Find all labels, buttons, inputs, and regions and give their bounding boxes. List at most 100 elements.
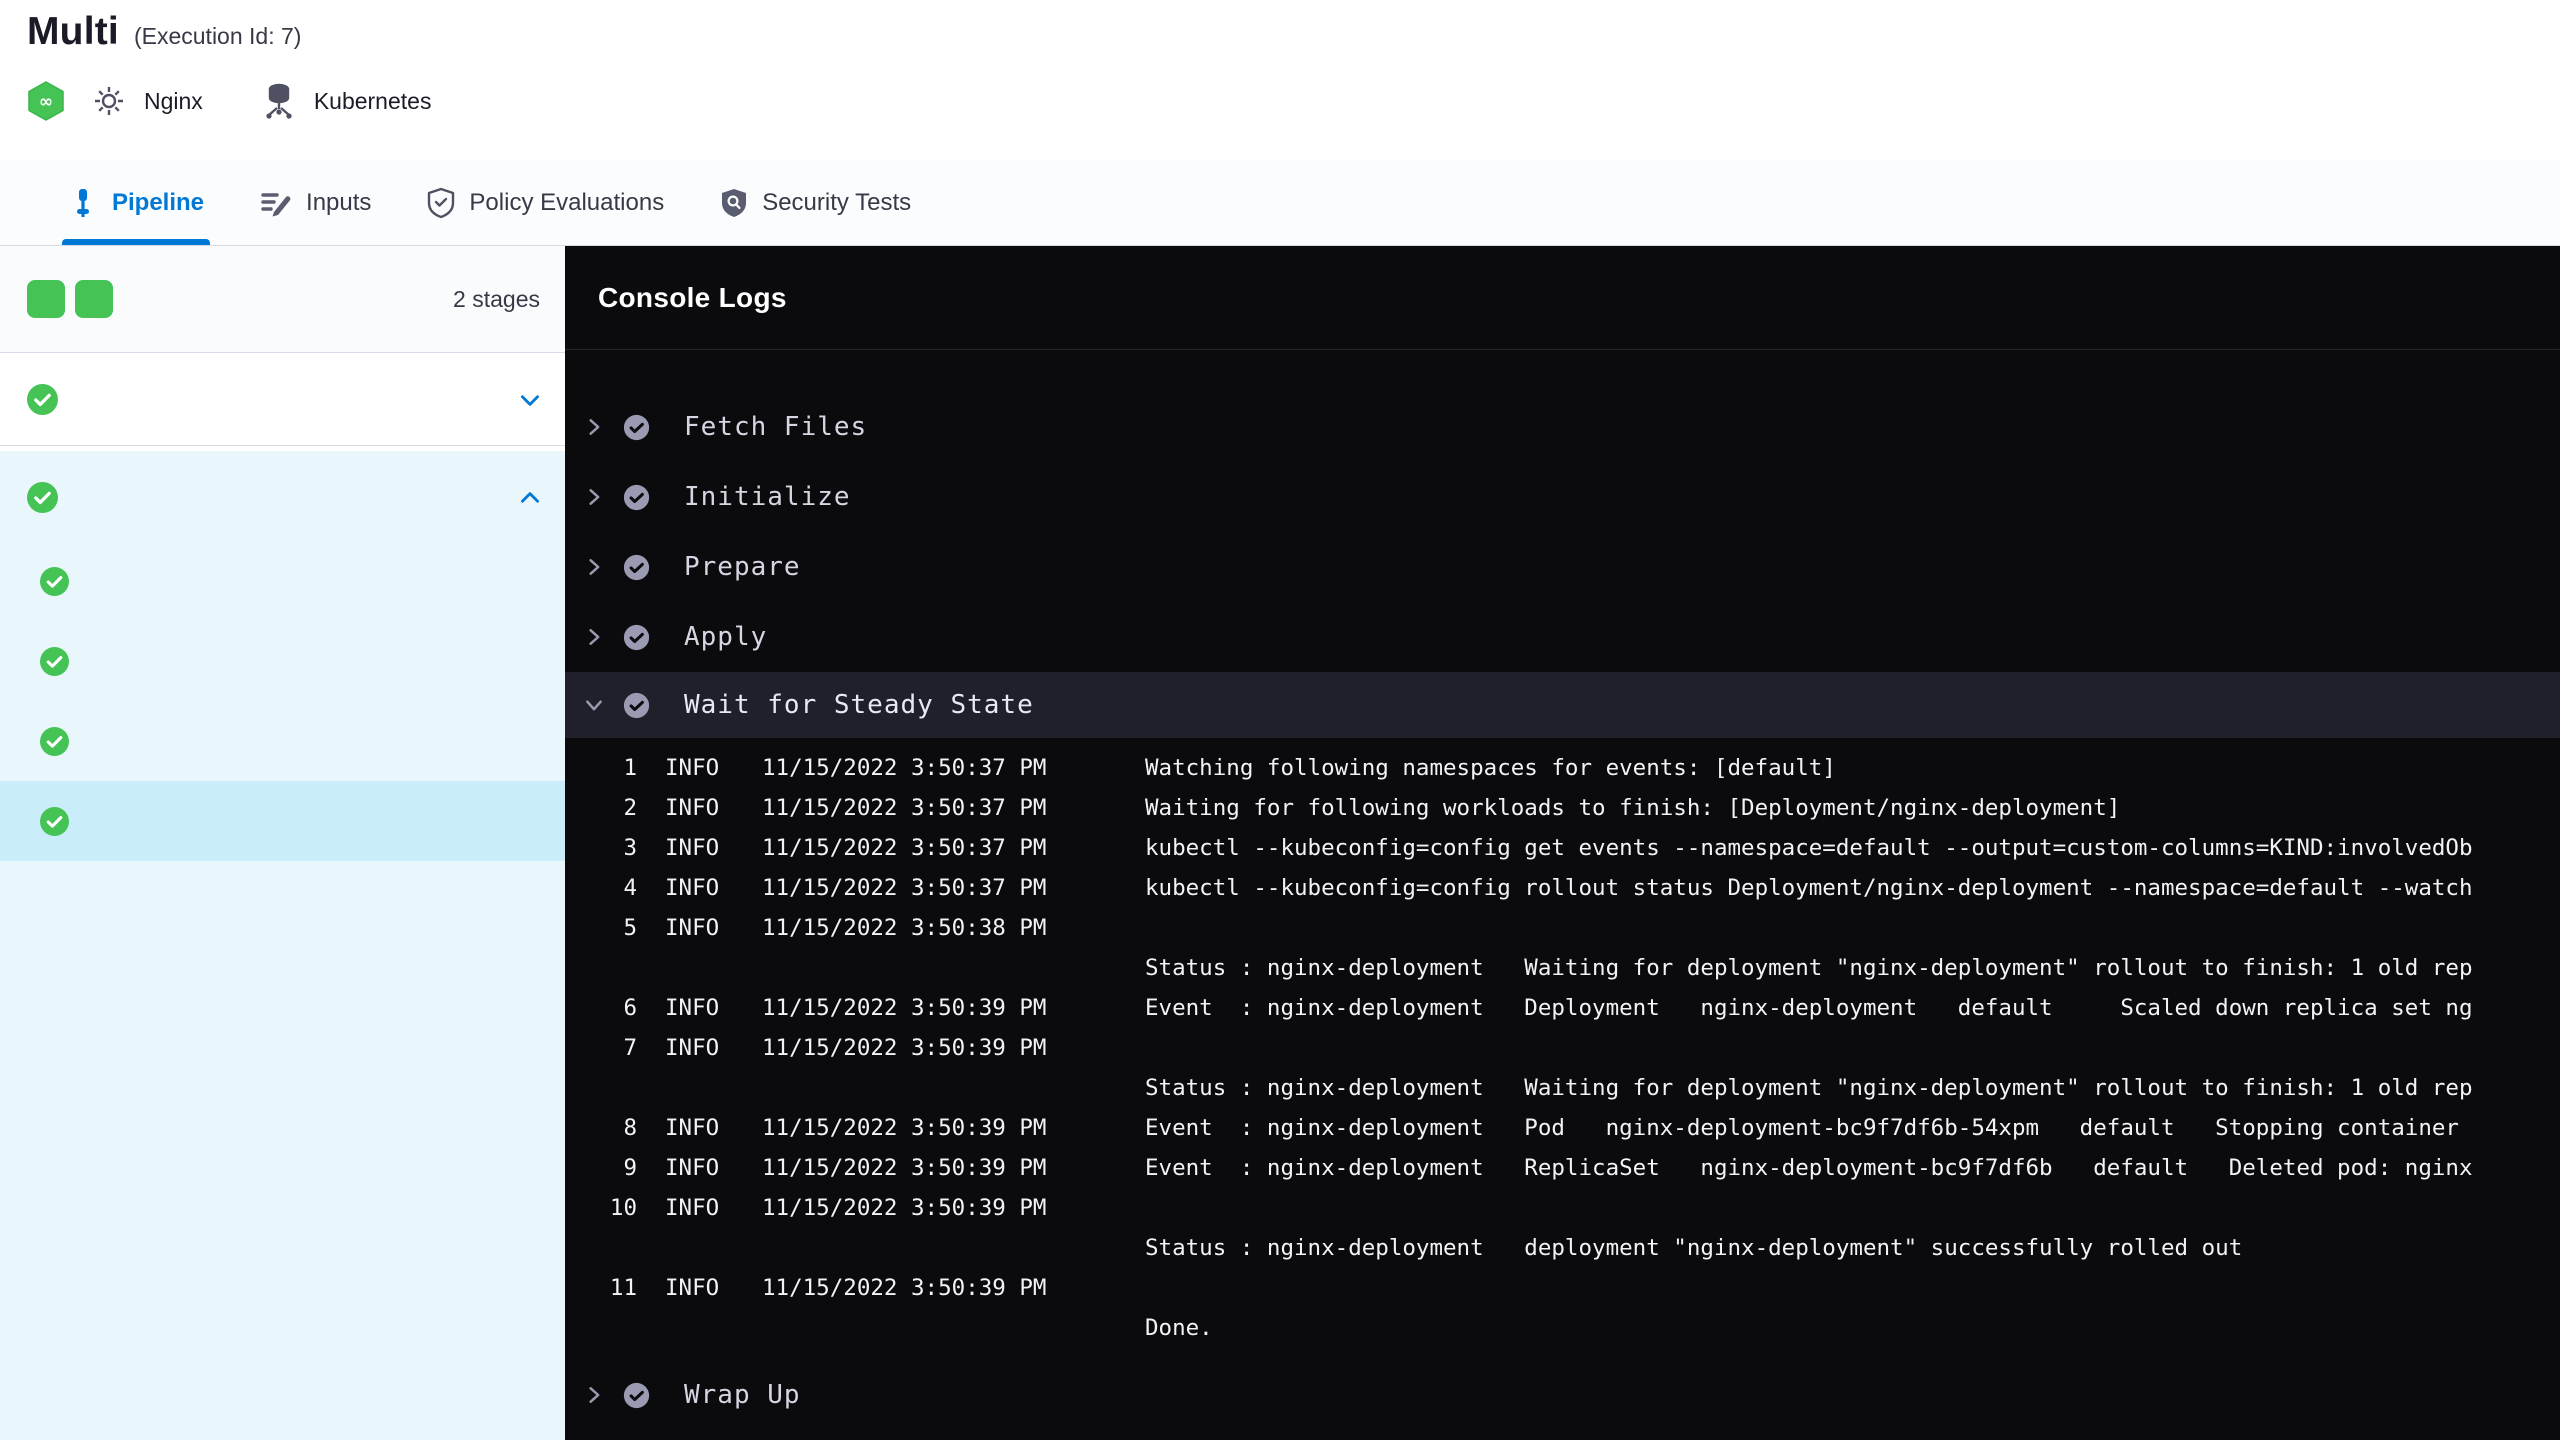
tab-inputs[interactable]: Inputs xyxy=(260,160,371,245)
step-row-rollout-deployment[interactable] xyxy=(0,781,565,861)
step-row-service[interactable] xyxy=(0,541,565,621)
console-step-wait-for-steady-state[interactable]: Wait for Steady State xyxy=(565,672,2560,738)
chevron-down-icon[interactable] xyxy=(517,387,543,413)
log-line[interactable]: Status : nginx-deployment Waiting for de… xyxy=(565,948,2560,988)
log-line[interactable]: 8 INFO 11/15/2022 3:50:39 PM Event : nginx-… xyxy=(565,1108,2560,1148)
stage-header-one-service-to-multi-infrastructures_0[interactable] xyxy=(0,479,565,513)
tab-label: Pipeline xyxy=(112,188,205,216)
service-name-label[interactable]: Nginx xyxy=(144,88,203,115)
stage-count-label: 2 stages xyxy=(453,285,540,312)
step-success-check-icon xyxy=(40,646,69,676)
log-line[interactable]: 5 INFO 11/15/2022 3:50:38 PM xyxy=(565,908,2560,948)
log-timestamp: 11/15/2022 3:50:38 PM xyxy=(762,915,1047,941)
console-logs-body: Fetch Files Initialize Prepare Apply Wait fo… xyxy=(565,350,2560,1440)
console-step-prepare[interactable]: Prepare xyxy=(565,532,2560,602)
chevron-down-icon[interactable] xyxy=(581,695,607,715)
step-row-resource-constraint[interactable] xyxy=(0,701,565,781)
chevron-up-icon[interactable] xyxy=(517,485,543,511)
console-log-block: 1 INFO 11/15/2022 3:50:37 PM Watching follo… xyxy=(565,738,2560,1360)
tab-security-tests[interactable]: Security Tests xyxy=(720,160,911,245)
page-title: Multi xyxy=(27,10,119,53)
svg-text:∞: ∞ xyxy=(39,92,53,112)
log-line[interactable]: 4 INFO 11/15/2022 3:50:37 PM kubectl --kube… xyxy=(565,868,2560,908)
stage-sidebar: 2 stages xyxy=(0,246,565,1440)
execution-header: Multi (Execution Id: 7) ∞ Nginx Kubernet… xyxy=(0,0,2560,160)
console-step-check-icon xyxy=(623,484,650,511)
log-line-number: 1 xyxy=(623,755,637,781)
console-step-wrap-up[interactable]: Wrap Up xyxy=(565,1360,2560,1430)
stage-card xyxy=(0,451,565,1440)
stage-step-list xyxy=(0,541,565,861)
log-line[interactable]: 9 INFO 11/15/2022 3:50:39 PM Event : nginx-… xyxy=(565,1148,2560,1188)
log-timestamp: 11/15/2022 3:50:39 PM xyxy=(762,995,1047,1021)
log-line-number: 5 xyxy=(623,915,637,941)
log-line[interactable]: 10 INFO 11/15/2022 3:50:39 PM xyxy=(565,1188,2560,1228)
chevron-right-icon[interactable] xyxy=(581,1385,607,1405)
log-timestamp: 11/15/2022 3:50:39 PM xyxy=(762,1275,1047,1301)
console-step-check-icon xyxy=(623,1382,650,1409)
log-level: INFO xyxy=(665,915,720,941)
log-level: INFO xyxy=(665,995,720,1021)
infrastructure-name-label[interactable]: Kubernetes xyxy=(314,88,432,115)
stage-header-one-service-to-multi-infrastructures_1[interactable] xyxy=(27,381,543,415)
log-line-number: 7 xyxy=(623,1035,637,1061)
console-step-fetch-files[interactable]: Fetch Files xyxy=(565,392,2560,462)
log-message: kubectl --kubeconfig=config rollout stat… xyxy=(1145,875,2473,901)
chevron-right-icon[interactable] xyxy=(581,487,607,507)
log-level: INFO xyxy=(665,755,720,781)
harness-pipeline-icon: ∞ xyxy=(27,81,65,121)
console-step-label: Initialize xyxy=(684,482,851,512)
console-step-apply[interactable]: Apply xyxy=(565,602,2560,672)
log-level: INFO xyxy=(665,795,720,821)
tab-pipeline[interactable]: Pipeline xyxy=(62,160,211,245)
log-line-number: 8 xyxy=(623,1115,637,1141)
log-line[interactable]: 3 INFO 11/15/2022 3:50:37 PM kubectl --kube… xyxy=(565,828,2560,868)
log-level: INFO xyxy=(665,1035,720,1061)
step-success-check-icon xyxy=(40,566,69,596)
log-message: Event : nginx-deployment ReplicaSet ngin… xyxy=(1145,1155,2473,1181)
log-level: INFO xyxy=(665,875,720,901)
stage-success-square[interactable] xyxy=(75,280,113,318)
console-step-initialize[interactable]: Initialize xyxy=(565,462,2560,532)
stage-status-squares[interactable] xyxy=(27,280,113,318)
tab-label: Security Tests xyxy=(762,188,912,216)
log-timestamp: 11/15/2022 3:50:39 PM xyxy=(762,1115,1047,1141)
tab-label: Policy Evaluations xyxy=(469,188,665,216)
security-tests-icon xyxy=(720,187,748,219)
console-logs-header: Console Logs xyxy=(565,246,2560,350)
log-line[interactable]: 11 INFO 11/15/2022 3:50:39 PM xyxy=(565,1268,2560,1308)
stage-success-square[interactable] xyxy=(27,280,65,318)
log-line[interactable]: 1 INFO 11/15/2022 3:50:37 PM Watching follo… xyxy=(565,748,2560,788)
console-step-label: Apply xyxy=(684,622,768,652)
console-step-label: Wrap Up xyxy=(684,1380,801,1410)
log-line-number: 4 xyxy=(623,875,637,901)
console-step-check-icon xyxy=(623,624,650,651)
stage-success-check-icon xyxy=(27,384,58,415)
chevron-right-icon[interactable] xyxy=(581,417,607,437)
log-level: INFO xyxy=(665,1275,720,1301)
console-logs-panel: Console Logs Fetch Files Initialize Prepar… xyxy=(565,246,2560,1440)
service-gear-icon xyxy=(91,83,127,119)
log-message: Waiting for following workloads to finis… xyxy=(1145,795,2121,821)
step-success-check-icon xyxy=(40,726,69,756)
log-timestamp: 11/15/2022 3:50:37 PM xyxy=(762,795,1047,821)
tab-policy-evaluations[interactable]: Policy Evaluations xyxy=(427,160,664,245)
log-line[interactable]: 2 INFO 11/15/2022 3:50:37 PM Waiting for fo… xyxy=(565,788,2560,828)
log-line[interactable]: Done. xyxy=(565,1308,2560,1348)
inputs-icon xyxy=(260,188,292,218)
stage-success-check-icon xyxy=(27,482,58,513)
log-message: Event : nginx-deployment Deployment ngin… xyxy=(1145,995,2473,1021)
log-line[interactable]: Status : nginx-deployment deployment "ng… xyxy=(565,1228,2560,1268)
log-timestamp: 11/15/2022 3:50:37 PM xyxy=(762,875,1047,901)
log-line[interactable]: 7 INFO 11/15/2022 3:50:39 PM xyxy=(565,1028,2560,1068)
chevron-right-icon[interactable] xyxy=(581,557,607,577)
step-row-infrastructure-section[interactable] xyxy=(0,621,565,701)
log-message: Status : nginx-deployment Waiting for de… xyxy=(1145,955,2473,981)
log-level: INFO xyxy=(665,835,720,861)
pipeline-icon xyxy=(68,187,98,219)
active-tab-underline xyxy=(62,239,211,245)
log-line[interactable]: Status : nginx-deployment Waiting for de… xyxy=(565,1068,2560,1108)
chevron-right-icon[interactable] xyxy=(581,627,607,647)
log-line[interactable]: 6 INFO 11/15/2022 3:50:39 PM Event : nginx-… xyxy=(565,988,2560,1028)
log-line-number: 11 xyxy=(609,1275,637,1301)
